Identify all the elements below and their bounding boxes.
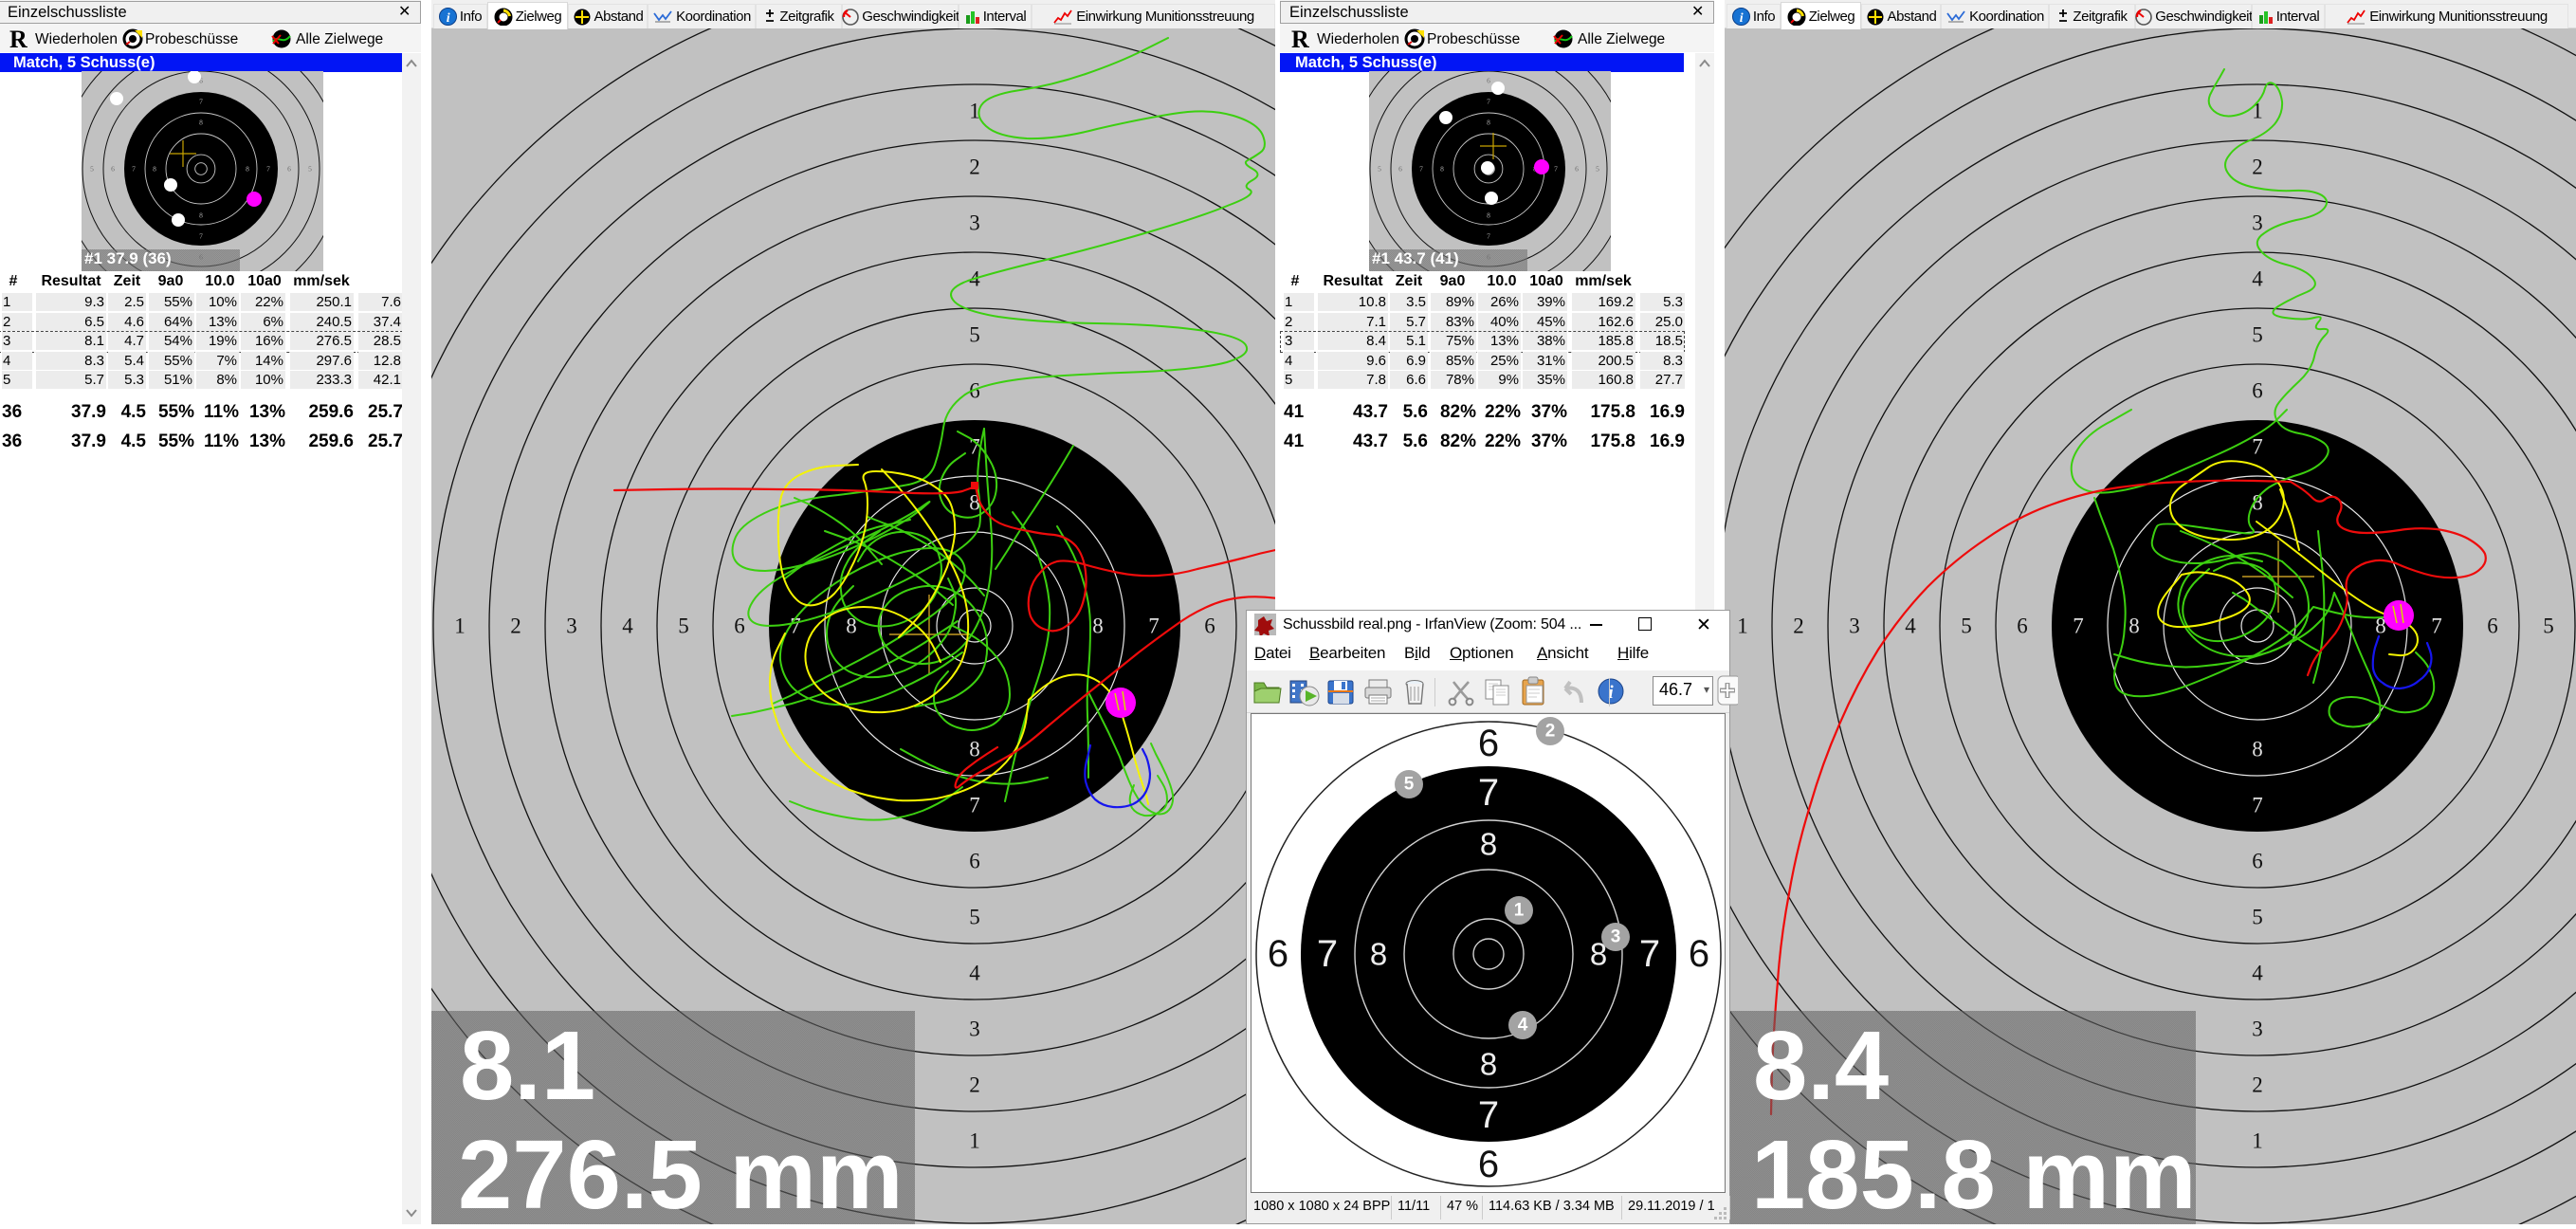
svg-text:5: 5 <box>969 323 980 347</box>
svg-text:6: 6 <box>1487 77 1490 85</box>
svg-text:6: 6 <box>1204 614 1215 638</box>
svg-text:4: 4 <box>2252 267 2263 291</box>
svg-text:8: 8 <box>1440 165 1444 174</box>
svg-text:6: 6 <box>2252 379 2263 403</box>
svg-text:5: 5 <box>2543 614 2554 638</box>
svg-text:6: 6 <box>2017 614 2028 638</box>
svg-text:3: 3 <box>1611 927 1621 947</box>
svg-text:7: 7 <box>1487 98 1490 106</box>
svg-text:8: 8 <box>1092 614 1104 638</box>
svg-text:3: 3 <box>2252 211 2263 235</box>
svg-text:6: 6 <box>969 850 980 873</box>
svg-text:5: 5 <box>1961 614 1972 638</box>
svg-text:2: 2 <box>1793 614 1804 638</box>
svg-text:1: 1 <box>1737 614 1748 638</box>
svg-text:8: 8 <box>1487 211 1490 220</box>
svg-text:8: 8 <box>1480 827 1497 862</box>
svg-text:4: 4 <box>2252 962 2263 985</box>
svg-text:7: 7 <box>2252 794 2263 817</box>
svg-text:5: 5 <box>308 165 312 174</box>
svg-text:7: 7 <box>199 98 203 106</box>
svg-text:7: 7 <box>132 165 136 174</box>
svg-text:6: 6 <box>734 614 745 638</box>
svg-text:7: 7 <box>969 794 980 817</box>
svg-text:7: 7 <box>1487 232 1490 241</box>
svg-text:5: 5 <box>969 906 980 929</box>
svg-text:5: 5 <box>90 165 94 174</box>
svg-text:2: 2 <box>2252 156 2263 179</box>
svg-text:3: 3 <box>1849 614 1860 638</box>
svg-text:1: 1 <box>2252 1129 2263 1153</box>
svg-text:5: 5 <box>1596 165 1599 174</box>
svg-text:7: 7 <box>1419 165 1423 174</box>
svg-text:1: 1 <box>969 1129 980 1153</box>
svg-text:8: 8 <box>1370 937 1387 972</box>
svg-text:8: 8 <box>199 119 203 127</box>
svg-text:1: 1 <box>1514 901 1525 921</box>
svg-text:1: 1 <box>454 614 466 638</box>
svg-text:2: 2 <box>2252 1073 2263 1097</box>
svg-text:8: 8 <box>246 165 249 174</box>
svg-text:4: 4 <box>969 962 980 985</box>
svg-text:4: 4 <box>1518 1016 1528 1036</box>
svg-text:8: 8 <box>1487 119 1490 127</box>
svg-text:7: 7 <box>2431 614 2442 638</box>
svg-text:7: 7 <box>266 165 270 174</box>
svg-text:2: 2 <box>969 1073 980 1097</box>
svg-text:5: 5 <box>2252 906 2263 929</box>
svg-text:5: 5 <box>678 614 689 638</box>
svg-text:7: 7 <box>2252 435 2263 459</box>
svg-text:3: 3 <box>969 211 980 235</box>
svg-text:3: 3 <box>2252 1018 2263 1041</box>
svg-text:6: 6 <box>1398 165 1402 174</box>
svg-text:7: 7 <box>1478 772 1499 814</box>
svg-text:7: 7 <box>1148 614 1160 638</box>
svg-text:6: 6 <box>287 165 291 174</box>
svg-text:8: 8 <box>969 738 980 761</box>
svg-text:6: 6 <box>2487 614 2498 638</box>
svg-text:6: 6 <box>1478 1144 1499 1185</box>
svg-text:2: 2 <box>969 156 980 179</box>
svg-text:i: i <box>447 11 450 26</box>
svg-text:7: 7 <box>1554 165 1558 174</box>
svg-text:7: 7 <box>2073 614 2084 638</box>
svg-text:6: 6 <box>2252 850 2263 873</box>
svg-text:4: 4 <box>1905 614 1916 638</box>
svg-text:7: 7 <box>1478 1094 1499 1136</box>
svg-text:2: 2 <box>510 614 521 638</box>
svg-text:8: 8 <box>199 211 203 220</box>
svg-text:5: 5 <box>1404 775 1415 795</box>
svg-text:5: 5 <box>2252 323 2263 347</box>
svg-text:8: 8 <box>2128 614 2140 638</box>
svg-text:6: 6 <box>1268 933 1288 975</box>
svg-text:3: 3 <box>969 1018 980 1041</box>
svg-text:7: 7 <box>1317 933 1338 975</box>
svg-text:i: i <box>1740 11 1744 26</box>
svg-text:7: 7 <box>1639 933 1660 975</box>
svg-text:8: 8 <box>1480 1047 1497 1082</box>
svg-text:7: 7 <box>199 232 203 241</box>
svg-text:6: 6 <box>1689 933 1709 975</box>
svg-text:3: 3 <box>566 614 577 638</box>
svg-text:2: 2 <box>1545 722 1556 742</box>
svg-text:6: 6 <box>111 165 115 174</box>
svg-text:4: 4 <box>622 614 633 638</box>
svg-text:6: 6 <box>1478 723 1499 764</box>
svg-text:5: 5 <box>1378 165 1381 174</box>
svg-text:6: 6 <box>1575 165 1579 174</box>
svg-text:8: 8 <box>153 165 156 174</box>
svg-text:8: 8 <box>2252 738 2263 761</box>
